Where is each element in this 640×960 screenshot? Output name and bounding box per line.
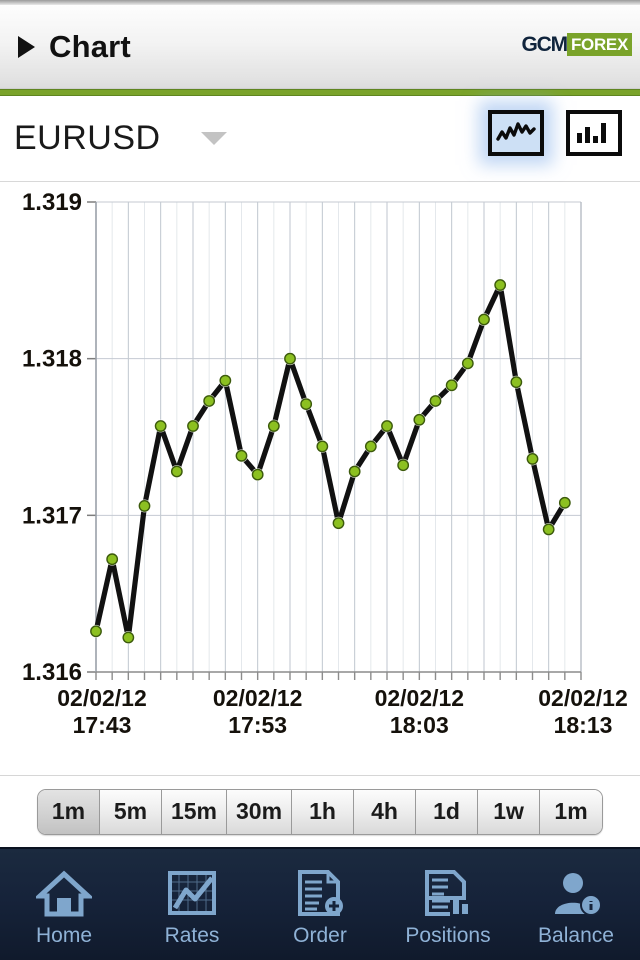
nav-item-label: Positions <box>405 923 491 947</box>
chart-data-point[interactable] <box>445 379 458 392</box>
bar-chart-type-button[interactable] <box>566 110 622 156</box>
page-title: Chart <box>49 28 131 64</box>
nav-item-order[interactable]: Order <box>256 849 384 960</box>
chart-data-point[interactable] <box>558 496 571 509</box>
gcm-forex-logo: GCM FOREX <box>522 33 632 56</box>
chart-data-point[interactable] <box>90 625 102 638</box>
bottom-navigation: Home Rates Order Positions Balance <box>0 847 640 960</box>
chart-data-point[interactable] <box>219 374 232 387</box>
chart-data-line <box>93 282 568 641</box>
nav-item-positions[interactable]: Positions <box>384 849 512 960</box>
chart-plot-container[interactable]: 1.316 1.317 1.318 1.319 02/02/12 17:43 02/02/1… <box>0 182 640 775</box>
timeframe-button-15m-2[interactable]: 15m <box>161 789 227 834</box>
line-chart-icon <box>496 122 536 141</box>
app-header: Chart GCM FOREX <box>0 5 640 89</box>
chart-data-point[interactable] <box>510 376 523 389</box>
chart-data-point[interactable] <box>106 553 119 566</box>
symbol-label[interactable]: EURUSD <box>14 119 161 158</box>
chart-data-point[interactable] <box>542 523 555 536</box>
chart-data-point[interactable] <box>300 398 313 411</box>
chart-data-point[interactable] <box>413 413 426 426</box>
chart-xtick-label: 17:53 <box>228 712 287 738</box>
chart-ytick-label: 1.316 <box>22 659 82 686</box>
chart-data-point[interactable] <box>316 440 329 453</box>
timeframe-button-1h-4[interactable]: 1h <box>292 789 355 834</box>
chart-data-point[interactable] <box>138 500 151 512</box>
chevron-down-icon[interactable] <box>200 132 227 145</box>
chart-data-point[interactable] <box>364 440 377 453</box>
chart-data-point[interactable] <box>267 420 280 432</box>
chart-data-point[interactable] <box>187 420 199 432</box>
chart-data-point[interactable] <box>154 420 167 432</box>
line-chart-icon <box>164 868 220 920</box>
price-line-chart: 1.3161.3171.3181.31902/02/1217:4302/02/1… <box>22 189 628 738</box>
logo-forex-badge: FOREX <box>566 33 632 56</box>
chart-xtick-label: 18:13 <box>554 712 613 738</box>
chart-data-point[interactable] <box>332 517 345 530</box>
nav-item-rates[interactable]: Rates <box>128 849 256 960</box>
chart-data-point[interactable] <box>122 631 135 644</box>
timeframe-button-4h-5[interactable]: 4h <box>354 789 417 834</box>
chart-xtick-label: 02/02/12 <box>213 685 303 711</box>
chart-type-toggle-group <box>488 110 622 156</box>
nav-item-home[interactable]: Home <box>0 849 128 960</box>
chart-data-point[interactable] <box>348 465 361 478</box>
chart-xtick-label: 02/02/12 <box>375 685 465 711</box>
timeframe-bar: 1m 5m 15m 30m 1h 4h 1d 1w 1m <box>0 775 640 847</box>
chart-data-point[interactable] <box>494 279 507 291</box>
chart-data-point[interactable] <box>381 420 393 432</box>
chart-data-point[interactable] <box>235 449 248 462</box>
document-plus-icon <box>292 868 348 920</box>
chart-xtick-label: 17:43 <box>73 712 132 738</box>
timeframe-button-1m-0[interactable]: 1m <box>37 789 100 834</box>
chart-xtick-label: 02/02/12 <box>57 685 147 711</box>
chart-data-point[interactable] <box>170 465 183 478</box>
nav-item-balance[interactable]: Balance <box>512 849 640 960</box>
chart-data-point[interactable] <box>284 352 296 365</box>
chart-screen: Chart GCM FOREX EURUSD 1.316 1.317 1.318… <box>0 0 640 960</box>
house-icon <box>36 868 92 920</box>
line-chart-type-button[interactable] <box>488 110 544 156</box>
timeframe-button-1m-8[interactable]: 1m <box>540 789 603 834</box>
timeframe-button-1w-7[interactable]: 1w <box>478 789 541 834</box>
timeframe-segmented-control[interactable]: 1m 5m 15m 30m 1h 4h 1d 1w 1m <box>36 788 604 835</box>
chart-xtick-label: 18:03 <box>390 712 449 738</box>
person-info-icon <box>548 868 604 920</box>
symbol-bar: EURUSD <box>0 96 640 182</box>
chart-ytick-label: 1.317 <box>22 502 82 529</box>
header-green-divider <box>0 89 640 96</box>
chart-ytick-label: 1.319 <box>22 189 82 216</box>
timeframe-button-30m-3[interactable]: 30m <box>227 789 293 834</box>
chart-data-point[interactable] <box>478 313 490 326</box>
chart-xtick-label: 02/02/12 <box>538 685 628 711</box>
chart-data-point[interactable] <box>461 357 474 370</box>
bar-chart-icon <box>577 123 606 143</box>
timeframe-button-1d-6[interactable]: 1d <box>416 789 479 834</box>
logo-gcm-text: GCM <box>521 33 569 56</box>
nav-item-label: Rates <box>164 923 220 947</box>
chart-data-point[interactable] <box>526 453 539 465</box>
nav-item-label: Order <box>293 923 347 947</box>
document-bars-icon <box>420 868 476 920</box>
chart-data-point[interactable] <box>429 395 442 407</box>
chart-data-point[interactable] <box>251 468 264 481</box>
chart-ytick-label: 1.318 <box>22 346 82 373</box>
nav-item-label: Home <box>35 923 93 947</box>
nav-item-label: Balance <box>538 923 614 947</box>
chart-data-point[interactable] <box>203 395 216 407</box>
header-left-group[interactable]: Chart <box>18 29 131 65</box>
triangle-right-icon[interactable] <box>18 35 35 58</box>
timeframe-button-5m-1[interactable]: 5m <box>99 789 162 834</box>
chart-data-point[interactable] <box>397 459 410 472</box>
